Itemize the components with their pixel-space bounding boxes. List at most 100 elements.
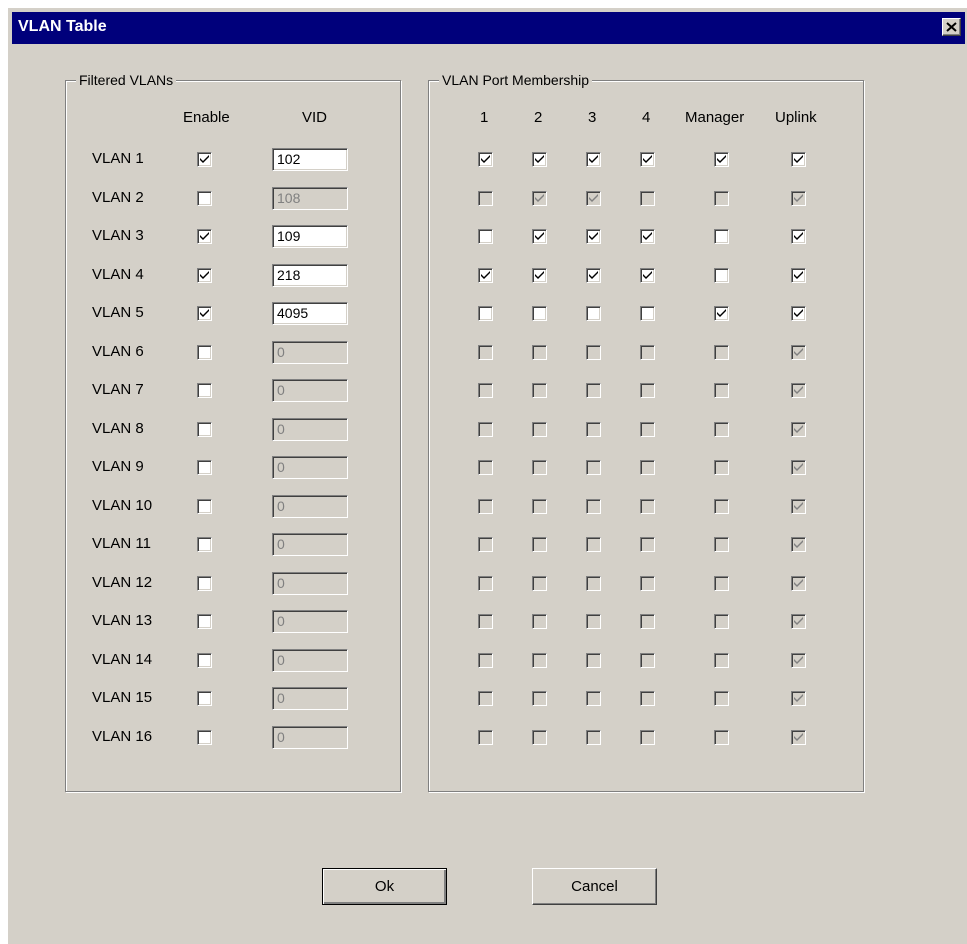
port-membership-checkbox[interactable] bbox=[791, 729, 806, 745]
port-membership-checkbox[interactable] bbox=[640, 614, 655, 629]
port-membership-checkbox[interactable] bbox=[714, 229, 729, 244]
port-membership-checkbox[interactable] bbox=[791, 344, 806, 360]
ok-button[interactable]: Ok bbox=[322, 868, 447, 905]
port-membership-checkbox[interactable] bbox=[586, 229, 601, 244]
port-membership-checkbox[interactable] bbox=[640, 267, 655, 283]
vid-input[interactable]: 0 bbox=[272, 494, 348, 518]
vid-input[interactable]: 218 bbox=[272, 263, 348, 287]
enable-checkbox[interactable] bbox=[197, 652, 212, 668]
port-membership-checkbox[interactable] bbox=[478, 614, 493, 629]
port-membership-checkbox[interactable] bbox=[478, 190, 493, 206]
port-membership-checkbox[interactable] bbox=[640, 344, 655, 360]
port-membership-checkbox[interactable] bbox=[714, 691, 729, 706]
port-membership-checkbox[interactable] bbox=[640, 190, 655, 206]
enable-checkbox[interactable] bbox=[197, 460, 212, 475]
vid-input[interactable]: 0 bbox=[272, 456, 348, 479]
vid-input[interactable]: 0 bbox=[272, 687, 348, 710]
port-membership-checkbox[interactable] bbox=[532, 729, 547, 745]
port-membership-checkbox[interactable] bbox=[791, 575, 806, 591]
port-membership-checkbox[interactable] bbox=[791, 421, 806, 437]
port-membership-checkbox[interactable] bbox=[478, 229, 493, 244]
port-membership-checkbox[interactable] bbox=[586, 652, 601, 668]
port-membership-checkbox[interactable] bbox=[532, 652, 547, 668]
port-membership-checkbox[interactable] bbox=[586, 460, 601, 475]
port-membership-checkbox[interactable] bbox=[791, 691, 806, 706]
port-membership-checkbox[interactable] bbox=[586, 691, 601, 706]
port-membership-checkbox[interactable] bbox=[586, 190, 601, 206]
port-membership-checkbox[interactable] bbox=[586, 498, 601, 514]
port-membership-checkbox[interactable] bbox=[791, 614, 806, 629]
port-membership-checkbox[interactable] bbox=[532, 575, 547, 591]
port-membership-checkbox[interactable] bbox=[478, 344, 493, 360]
port-membership-checkbox[interactable] bbox=[714, 652, 729, 668]
port-membership-checkbox[interactable] bbox=[532, 344, 547, 360]
port-membership-checkbox[interactable] bbox=[478, 383, 493, 398]
enable-checkbox[interactable] bbox=[197, 229, 212, 244]
port-membership-checkbox[interactable] bbox=[532, 460, 547, 475]
port-membership-checkbox[interactable] bbox=[714, 537, 729, 552]
port-membership-checkbox[interactable] bbox=[640, 691, 655, 706]
port-membership-checkbox[interactable] bbox=[640, 729, 655, 745]
enable-checkbox[interactable] bbox=[197, 537, 212, 552]
port-membership-checkbox[interactable] bbox=[640, 229, 655, 244]
port-membership-checkbox[interactable] bbox=[791, 190, 806, 206]
port-membership-checkbox[interactable] bbox=[478, 267, 493, 283]
port-membership-checkbox[interactable] bbox=[532, 421, 547, 437]
port-membership-checkbox[interactable] bbox=[532, 614, 547, 629]
port-membership-checkbox[interactable] bbox=[714, 344, 729, 360]
port-membership-checkbox[interactable] bbox=[640, 306, 655, 321]
port-membership-checkbox[interactable] bbox=[640, 383, 655, 398]
port-membership-checkbox[interactable] bbox=[791, 306, 806, 321]
port-membership-checkbox[interactable] bbox=[532, 306, 547, 321]
port-membership-checkbox[interactable] bbox=[532, 691, 547, 706]
port-membership-checkbox[interactable] bbox=[532, 267, 547, 283]
port-membership-checkbox[interactable] bbox=[791, 652, 806, 668]
port-membership-checkbox[interactable] bbox=[478, 460, 493, 475]
enable-checkbox[interactable] bbox=[197, 383, 212, 398]
vid-input[interactable]: 0 bbox=[272, 340, 348, 364]
vid-input[interactable]: 109 bbox=[272, 225, 348, 248]
vid-input[interactable]: 0 bbox=[272, 725, 348, 749]
port-membership-checkbox[interactable] bbox=[714, 306, 729, 321]
close-button[interactable] bbox=[942, 18, 961, 36]
port-membership-checkbox[interactable] bbox=[640, 537, 655, 552]
port-membership-checkbox[interactable] bbox=[791, 152, 806, 167]
enable-checkbox[interactable] bbox=[197, 344, 212, 360]
port-membership-checkbox[interactable] bbox=[478, 575, 493, 591]
vid-input[interactable]: 0 bbox=[272, 417, 348, 441]
port-membership-checkbox[interactable] bbox=[478, 306, 493, 321]
port-membership-checkbox[interactable] bbox=[586, 537, 601, 552]
port-membership-checkbox[interactable] bbox=[532, 383, 547, 398]
port-membership-checkbox[interactable] bbox=[640, 652, 655, 668]
port-membership-checkbox[interactable] bbox=[586, 575, 601, 591]
enable-checkbox[interactable] bbox=[197, 729, 212, 745]
port-membership-checkbox[interactable] bbox=[640, 421, 655, 437]
port-membership-checkbox[interactable] bbox=[478, 498, 493, 514]
port-membership-checkbox[interactable] bbox=[478, 691, 493, 706]
port-membership-checkbox[interactable] bbox=[586, 152, 601, 167]
enable-checkbox[interactable] bbox=[197, 306, 212, 321]
port-membership-checkbox[interactable] bbox=[532, 537, 547, 552]
port-membership-checkbox[interactable] bbox=[791, 229, 806, 244]
vid-input[interactable]: 0 bbox=[272, 648, 348, 672]
enable-checkbox[interactable] bbox=[197, 421, 212, 437]
port-membership-checkbox[interactable] bbox=[586, 344, 601, 360]
port-membership-checkbox[interactable] bbox=[532, 498, 547, 514]
port-membership-checkbox[interactable] bbox=[640, 575, 655, 591]
port-membership-checkbox[interactable] bbox=[586, 614, 601, 629]
port-membership-checkbox[interactable] bbox=[714, 383, 729, 398]
port-membership-checkbox[interactable] bbox=[791, 383, 806, 398]
port-membership-checkbox[interactable] bbox=[478, 652, 493, 668]
enable-checkbox[interactable] bbox=[197, 691, 212, 706]
port-membership-checkbox[interactable] bbox=[478, 729, 493, 745]
enable-checkbox[interactable] bbox=[197, 575, 212, 591]
vid-input[interactable]: 0 bbox=[272, 571, 348, 595]
enable-checkbox[interactable] bbox=[197, 614, 212, 629]
port-membership-checkbox[interactable] bbox=[478, 421, 493, 437]
port-membership-checkbox[interactable] bbox=[640, 498, 655, 514]
title-bar[interactable]: VLAN Table bbox=[12, 12, 965, 44]
port-membership-checkbox[interactable] bbox=[714, 421, 729, 437]
port-membership-checkbox[interactable] bbox=[586, 421, 601, 437]
enable-checkbox[interactable] bbox=[197, 498, 212, 514]
port-membership-checkbox[interactable] bbox=[714, 729, 729, 745]
